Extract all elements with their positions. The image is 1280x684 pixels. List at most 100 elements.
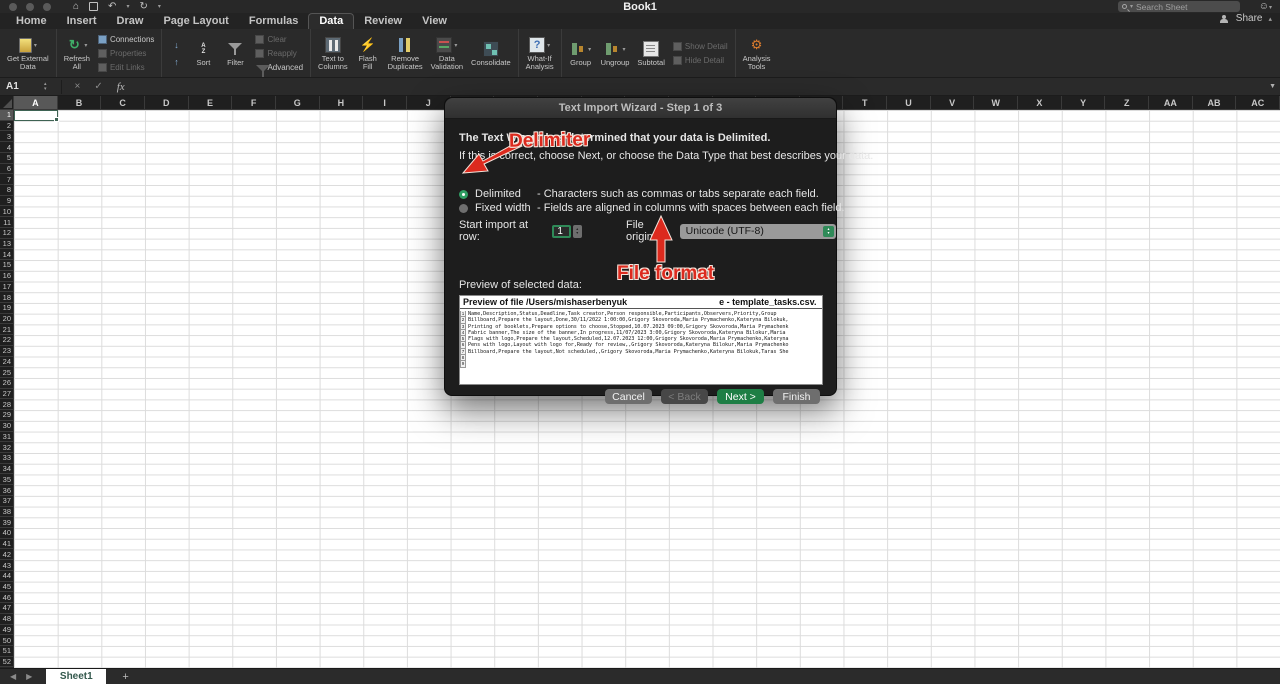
column-header-c[interactable]: C <box>101 96 145 110</box>
row-header-24[interactable]: 24 <box>0 357 14 368</box>
row-header-40[interactable]: 40 <box>0 528 14 539</box>
search-input[interactable]: ▾ Search Sheet <box>1118 1 1240 12</box>
row-header-8[interactable]: 8 <box>0 185 14 196</box>
tab-data[interactable]: Data <box>308 13 354 29</box>
what-if-analysis-button[interactable]: ?▾What-If Analysis <box>523 34 557 73</box>
formula-bar-expand-icon[interactable]: ▼ <box>1269 83 1276 90</box>
start-row-input[interactable]: 1 <box>552 225 570 238</box>
row-header-4[interactable]: 4 <box>0 142 14 153</box>
row-header-22[interactable]: 22 <box>0 335 14 346</box>
column-header-y[interactable]: Y <box>1062 96 1106 110</box>
column-header-i[interactable]: I <box>363 96 407 110</box>
row-header-19[interactable]: 19 <box>0 303 14 314</box>
subtotal-button[interactable]: Subtotal <box>634 38 668 69</box>
group-button[interactable]: ▾Group <box>566 38 596 69</box>
refresh-all-button[interactable]: ↻▾Refresh All <box>61 34 93 73</box>
next-button[interactable]: Next > <box>717 389 764 404</box>
column-header-ab[interactable]: AB <box>1193 96 1237 110</box>
row-header-48[interactable]: 48 <box>0 614 14 625</box>
preview-box[interactable]: Preview of file /Users/mishaserbenyuke -… <box>459 295 823 385</box>
back-button[interactable]: < Back <box>661 389 708 404</box>
row-header-14[interactable]: 14 <box>0 249 14 260</box>
row-header-37[interactable]: 37 <box>0 496 14 507</box>
tab-formulas[interactable]: Formulas <box>239 14 309 29</box>
row-header-12[interactable]: 12 <box>0 228 14 239</box>
ungroup-button[interactable]: ▾Ungroup <box>598 38 633 69</box>
flash-fill-button[interactable]: ⚡Flash Fill <box>353 34 383 73</box>
cancel-entry-icon[interactable]: × <box>75 81 81 92</box>
feedback-smiley-icon[interactable]: ☺▾ <box>1259 1 1272 12</box>
row-header-31[interactable]: 31 <box>0 432 14 443</box>
filter-button[interactable]: Filter <box>220 38 250 69</box>
column-header-f[interactable]: F <box>232 96 276 110</box>
delimited-radio[interactable] <box>459 190 468 199</box>
row-header-1[interactable]: 1 <box>0 110 14 121</box>
column-header-a[interactable]: A <box>14 96 58 110</box>
column-header-h[interactable]: H <box>320 96 364 110</box>
row-header-7[interactable]: 7 <box>0 174 14 185</box>
row-header-44[interactable]: 44 <box>0 571 14 582</box>
connections-button[interactable]: Connections <box>98 33 154 45</box>
name-box-stepper[interactable]: ▴▾ <box>44 82 47 92</box>
column-header-w[interactable]: W <box>974 96 1018 110</box>
prev-sheet-icon[interactable]: ◀ <box>10 672 16 681</box>
dialog-title[interactable]: Text Import Wizard - Step 1 of 3 <box>445 98 836 119</box>
row-header-30[interactable]: 30 <box>0 421 14 432</box>
row-header-17[interactable]: 17 <box>0 282 14 293</box>
analysis-tools-button[interactable]: ⚙Analysis Tools <box>740 34 774 73</box>
row-header-36[interactable]: 36 <box>0 485 14 496</box>
column-header-x[interactable]: X <box>1018 96 1062 110</box>
sheet-tab-sheet1[interactable]: Sheet1 <box>46 669 106 684</box>
row-header-18[interactable]: 18 <box>0 292 14 303</box>
row-header-11[interactable]: 11 <box>0 217 14 228</box>
confirm-entry-icon[interactable]: ✓ <box>94 81 102 92</box>
tab-insert[interactable]: Insert <box>57 14 107 29</box>
sort-button[interactable]: A ZSort <box>188 38 218 69</box>
row-header-45[interactable]: 45 <box>0 582 14 593</box>
formula-input[interactable] <box>132 78 1269 95</box>
column-header-z[interactable]: Z <box>1105 96 1149 110</box>
column-header-v[interactable]: V <box>931 96 975 110</box>
row-header-42[interactable]: 42 <box>0 549 14 560</box>
row-header-51[interactable]: 51 <box>0 646 14 657</box>
row-header-39[interactable]: 39 <box>0 517 14 528</box>
tab-draw[interactable]: Draw <box>107 14 154 29</box>
row-header-49[interactable]: 49 <box>0 625 14 636</box>
row-header-10[interactable]: 10 <box>0 206 14 217</box>
row-header-29[interactable]: 29 <box>0 410 14 421</box>
row-header-38[interactable]: 38 <box>0 507 14 518</box>
add-sheet-button[interactable]: + <box>122 671 128 683</box>
tab-home[interactable]: Home <box>6 14 57 29</box>
row-header-26[interactable]: 26 <box>0 378 14 389</box>
row-header-32[interactable]: 32 <box>0 442 14 453</box>
row-header-50[interactable]: 50 <box>0 635 14 646</box>
name-box[interactable]: A1 <box>0 81 44 92</box>
text-to-columns-button[interactable]: Text to Columns <box>315 34 351 73</box>
row-header-46[interactable]: 46 <box>0 592 14 603</box>
fixed-width-radio[interactable] <box>459 204 468 213</box>
row-header-15[interactable]: 15 <box>0 260 14 271</box>
row-header-5[interactable]: 5 <box>0 153 14 164</box>
row-header-6[interactable]: 6 <box>0 164 14 175</box>
row-header-23[interactable]: 23 <box>0 346 14 357</box>
consolidate-button[interactable]: Consolidate <box>468 38 514 69</box>
row-header-25[interactable]: 25 <box>0 367 14 378</box>
insert-function-icon[interactable]: fx <box>117 81 125 93</box>
tab-review[interactable]: Review <box>354 14 412 29</box>
row-header-52[interactable]: 52 <box>0 657 14 668</box>
row-header-13[interactable]: 13 <box>0 239 14 250</box>
row-header-28[interactable]: 28 <box>0 399 14 410</box>
column-header-t[interactable]: T <box>843 96 887 110</box>
get-external-data-button[interactable]: ▾Get External Data <box>4 34 52 73</box>
share-button[interactable]: Share <box>1236 13 1263 24</box>
column-header-ac[interactable]: AC <box>1236 96 1280 110</box>
row-header-9[interactable]: 9 <box>0 196 14 207</box>
row-header-2[interactable]: 2 <box>0 121 14 132</box>
tab-page-layout[interactable]: Page Layout <box>153 14 238 29</box>
column-header-u[interactable]: U <box>887 96 931 110</box>
row-header-47[interactable]: 47 <box>0 603 14 614</box>
column-header-d[interactable]: D <box>145 96 189 110</box>
finish-button[interactable]: Finish <box>773 389 820 404</box>
column-header-g[interactable]: G <box>276 96 320 110</box>
row-header-20[interactable]: 20 <box>0 314 14 325</box>
